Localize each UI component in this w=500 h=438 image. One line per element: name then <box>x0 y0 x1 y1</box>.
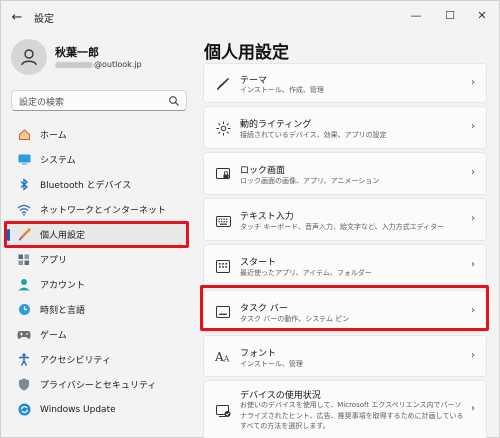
apps-icon <box>17 253 31 267</box>
settings-card-list: テーマ インストール、作成、管理 › 動的ライティング 接続されているデバイス、… <box>203 63 487 438</box>
avatar[interactable] <box>11 39 47 75</box>
card-fonts[interactable]: AA フォント インストール、管理 › <box>203 335 487 377</box>
back-button[interactable]: ← <box>7 7 27 27</box>
card-subtitle: タッチ キーボード、音声入力、絵文字など、入力方式エディター <box>240 223 445 231</box>
sidebar-nav: ホーム システム Bluetooth とデバイス ネットワークとインターネット … <box>7 122 189 422</box>
sidebar-item-time-language[interactable]: 時刻と言語 <box>7 297 189 322</box>
search-placeholder: 設定の検索 <box>19 98 65 108</box>
sidebar-item-label: Bluetooth とデバイス <box>40 181 132 191</box>
card-dynamic-lighting[interactable]: 動的ライティング 接続されているデバイス、効果、アプリの設定 › <box>203 106 487 149</box>
sidebar-item-label: 個人用設定 <box>40 231 86 241</box>
search-icon <box>169 96 179 106</box>
user-email-domain: @outlook.jp <box>94 60 142 69</box>
lock-screen-icon <box>215 166 231 182</box>
personalization-icon <box>17 228 31 242</box>
minimize-button[interactable]: — <box>403 5 429 25</box>
device-usage-icon <box>215 403 231 419</box>
sidebar-item-accounts[interactable]: アカウント <box>7 272 189 297</box>
network-icon <box>17 203 31 217</box>
sidebar-item-label: アカウント <box>40 281 86 291</box>
chevron-right-icon: › <box>471 213 475 224</box>
sidebar-item-label: ホーム <box>40 131 67 141</box>
chevron-right-icon: › <box>471 305 475 316</box>
sidebar-item-label: アプリ <box>40 256 68 266</box>
taskbar-icon <box>215 304 231 320</box>
card-theme[interactable]: テーマ インストール、作成、管理 › <box>203 63 487 103</box>
search-input[interactable]: 設定の検索 <box>11 90 187 111</box>
card-title: 動的ライティング <box>240 120 312 130</box>
windows-update-icon <box>17 403 31 417</box>
sidebar-item-label: プライバシーとセキュリティ <box>40 381 157 391</box>
sidebar-item-label: 時刻と言語 <box>40 306 86 316</box>
sidebar-item-bluetooth[interactable]: Bluetooth とデバイス <box>7 172 189 197</box>
sidebar-item-privacy[interactable]: プライバシーとセキュリティ <box>7 372 189 397</box>
card-subtitle: インストール、作成、管理 <box>240 86 324 94</box>
sidebar-item-gaming[interactable]: ゲーム <box>7 322 189 347</box>
sidebar-item-label: Windows Update <box>40 404 116 415</box>
card-lock-screen[interactable]: ロック画面 ロック画面の画像、アプリ、アニメーション › <box>203 152 487 195</box>
card-title: タスク バー <box>240 304 288 314</box>
card-taskbar[interactable]: タスク バー タスク バーの動作、システム ピン › <box>203 290 487 332</box>
sidebar-item-label: ネットワークとインターネット <box>40 206 167 216</box>
card-text-input[interactable]: テキスト入力 タッチ キーボード、音声入力、絵文字など、入力方式エディター › <box>203 198 487 241</box>
gaming-icon <box>17 328 31 342</box>
user-email: @outlook.jp <box>55 60 142 69</box>
card-title: テキスト入力 <box>240 212 294 222</box>
accounts-icon <box>17 278 31 292</box>
sidebar-item-personalization[interactable]: 個人用設定 <box>7 222 189 247</box>
card-subtitle: ロック画面の画像、アプリ、アニメーション <box>240 177 380 185</box>
card-subtitle: 最近使ったアプリ、アイテム、フォルダー <box>240 269 372 277</box>
sidebar-item-label: ゲーム <box>40 331 67 341</box>
home-icon <box>17 128 31 142</box>
back-arrow-icon: ← <box>11 9 23 25</box>
card-title: ロック画面 <box>240 166 286 176</box>
start-icon <box>215 258 231 274</box>
close-button[interactable]: ✕ <box>469 5 495 25</box>
system-icon <box>17 153 31 167</box>
sidebar-item-apps[interactable]: アプリ <box>7 247 189 272</box>
keyboard-icon <box>215 213 231 229</box>
maximize-button[interactable]: ☐ <box>437 5 463 25</box>
minimize-icon: — <box>410 8 422 22</box>
sidebar-item-label: システム <box>40 156 76 166</box>
svg-text:A: A <box>223 355 230 364</box>
theme-brush-icon <box>215 76 231 92</box>
sidebar-item-windows-update[interactable]: Windows Update <box>7 397 189 422</box>
maximize-icon: ☐ <box>445 8 455 22</box>
bluetooth-icon <box>17 178 31 192</box>
card-subtitle: インストール、管理 <box>240 360 303 368</box>
chevron-right-icon: › <box>471 403 475 414</box>
card-title: スタート <box>240 258 277 268</box>
page-title: 個人用設定 <box>204 43 289 63</box>
redacted-email-part <box>55 61 93 68</box>
card-device-usage[interactable]: デバイスの使用状況 お使いのデバイスを使用して、Microsoft エクスペリエ… <box>203 380 487 438</box>
card-title: フォント <box>240 349 277 359</box>
sidebar-item-label: アクセシビリティ <box>40 356 112 366</box>
chevron-right-icon: › <box>471 121 475 132</box>
dynamic-lighting-icon <box>215 120 231 136</box>
chevron-right-icon: › <box>471 167 475 178</box>
sidebar-item-network[interactable]: ネットワークとインターネット <box>7 197 189 222</box>
card-subtitle: 接続されているデバイス、効果、アプリの設定 <box>240 131 387 139</box>
user-name: 秋葉一郎 <box>55 46 99 59</box>
app-title: 設定 <box>34 14 54 25</box>
title-bar: ← 設定 — ☐ ✕ <box>1 1 499 33</box>
chevron-right-icon: › <box>471 259 475 270</box>
settings-window: ← 設定 — ☐ ✕ 秋葉一郎 @outlook.jp 設定の検索 ホーム シス… <box>0 0 500 438</box>
chevron-right-icon: › <box>471 350 475 361</box>
card-subtitle: タスク バーの動作、システム ピン <box>240 315 350 323</box>
user-icon <box>21 49 37 66</box>
card-start[interactable]: スタート 最近使ったアプリ、アイテム、フォルダー › <box>203 244 487 287</box>
fonts-icon: AA <box>215 348 231 364</box>
time-language-icon <box>17 303 31 317</box>
accessibility-icon <box>17 353 31 367</box>
sidebar-item-accessibility[interactable]: アクセシビリティ <box>7 347 189 372</box>
close-icon: ✕ <box>477 8 487 22</box>
sidebar-item-system[interactable]: システム <box>7 147 189 172</box>
chevron-right-icon: › <box>471 77 475 88</box>
sidebar-item-home[interactable]: ホーム <box>7 122 189 147</box>
card-subtitle: お使いのデバイスを使用して、Microsoft エクスペリエンス内でパーソナライ… <box>240 401 464 430</box>
privacy-icon <box>17 378 31 392</box>
